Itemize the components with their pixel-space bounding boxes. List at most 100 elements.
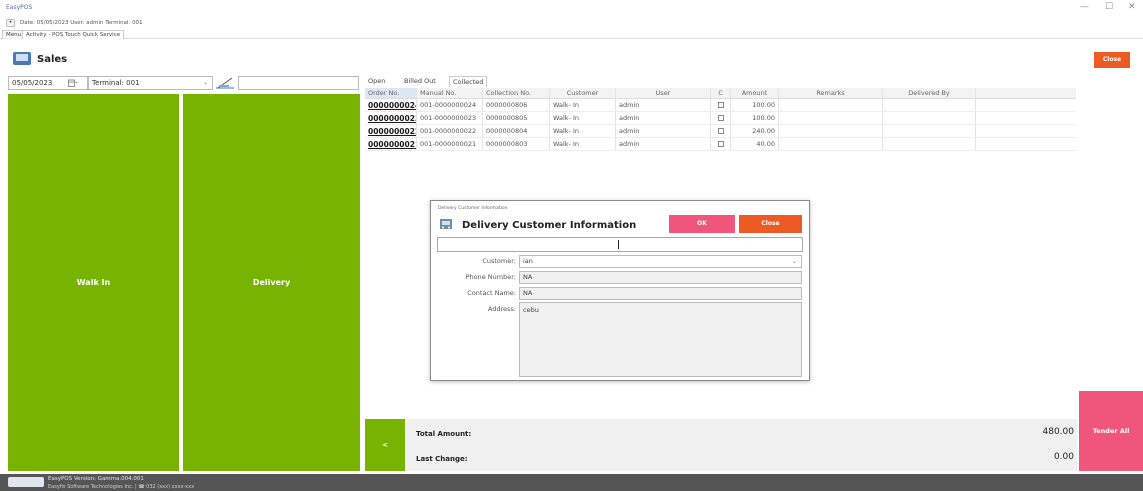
last-change-value: 0.00 bbox=[1053, 452, 1074, 462]
header-order-no[interactable]: Order No. bbox=[365, 88, 417, 98]
chevron-down-icon: ⌄ bbox=[203, 79, 209, 86]
dialog-window-title: Delivery Customer Information bbox=[438, 206, 508, 211]
header-amount[interactable]: Amount bbox=[731, 88, 779, 98]
header-manual-no[interactable]: Manual No. bbox=[417, 88, 483, 98]
walk-in-button[interactable]: Walk In bbox=[8, 94, 179, 471]
delivered-by bbox=[883, 112, 976, 124]
amount: 240.00 bbox=[731, 125, 779, 137]
order-no-link[interactable]: 0000000021 bbox=[368, 140, 416, 149]
delivery-button[interactable]: Delivery bbox=[183, 94, 360, 471]
table-row[interactable]: 0000000021 001-0000000021 0000000803 Wal… bbox=[365, 138, 1076, 151]
user: admin bbox=[616, 99, 711, 111]
customer: Walk- In bbox=[550, 112, 616, 124]
user: admin bbox=[616, 125, 711, 137]
totals-panel bbox=[405, 419, 1077, 471]
tab-open[interactable]: Open bbox=[365, 76, 388, 87]
customer: Walk- In bbox=[550, 138, 616, 150]
collection-no: 0000000804 bbox=[483, 125, 550, 137]
maximize-icon[interactable]: ☐ bbox=[1105, 2, 1113, 12]
address-label: Address: bbox=[487, 305, 516, 313]
title-bar bbox=[0, 0, 1143, 18]
table-row[interactable]: 0000000023 001-0000000023 0000000805 Wal… bbox=[365, 112, 1076, 125]
phone-label: Phone Number: bbox=[465, 273, 516, 281]
customer-value: ian bbox=[523, 257, 533, 265]
chevron-down-icon: ⌄ bbox=[792, 258, 798, 265]
remarks bbox=[779, 125, 883, 137]
calendar-icon[interactable] bbox=[68, 79, 78, 87]
terminal-value: Terminal: 001 bbox=[92, 79, 140, 87]
order-no-link[interactable]: 0000000024 bbox=[368, 101, 416, 110]
barcode-scan-icon[interactable] bbox=[214, 76, 236, 90]
header-customer[interactable]: Customer bbox=[550, 88, 616, 98]
collected-checkbox[interactable] bbox=[717, 102, 724, 108]
collection-no: 0000000805 bbox=[483, 112, 550, 124]
search-input[interactable] bbox=[238, 76, 359, 90]
back-button[interactable]: < bbox=[365, 419, 405, 471]
user: admin bbox=[616, 138, 711, 150]
dialog-close-button[interactable]: Close bbox=[739, 215, 802, 233]
minimize-icon[interactable]: — bbox=[1080, 2, 1089, 12]
manual-no: 001-0000000024 bbox=[417, 99, 483, 111]
customer: Walk- In bbox=[550, 125, 616, 137]
header-c[interactable]: C bbox=[711, 88, 731, 98]
manual-no: 001-0000000023 bbox=[417, 112, 483, 124]
orders-table: Order No. Manual No. Collection No. Cust… bbox=[365, 88, 1076, 151]
remarks bbox=[779, 138, 883, 150]
table-header: Order No. Manual No. Collection No. Cust… bbox=[365, 88, 1076, 99]
contact-label: Contact Name: bbox=[467, 289, 516, 297]
ok-button[interactable]: OK bbox=[669, 215, 735, 233]
menu-bar bbox=[0, 30, 1143, 39]
delivered-by bbox=[883, 138, 976, 150]
customer-select[interactable]: ian ⌄ bbox=[519, 255, 802, 268]
tab-billed-out[interactable]: Billed Out bbox=[401, 76, 439, 87]
company-text: Easyfis Software Technologies Inc. | ☎ 0… bbox=[48, 484, 195, 490]
remarks bbox=[779, 99, 883, 111]
terminal-select[interactable]: Terminal: 001 ⌄ bbox=[88, 76, 213, 90]
app-title: EasyPOS bbox=[6, 4, 33, 11]
header-remarks[interactable]: Remarks bbox=[779, 88, 883, 98]
cart-icon bbox=[440, 219, 452, 229]
header-delivered-by[interactable]: Delivered By bbox=[883, 88, 976, 98]
contact-field[interactable]: NA bbox=[519, 287, 802, 300]
tab-collected[interactable]: Collected bbox=[449, 76, 488, 87]
last-change-label: Last Change: bbox=[416, 455, 468, 463]
dialog-title: Delivery Customer Information bbox=[462, 220, 637, 231]
company-logo bbox=[8, 477, 44, 487]
customer: Walk- In bbox=[550, 99, 616, 111]
sales-icon bbox=[13, 52, 31, 65]
table-row[interactable]: 0000000022 001-0000000022 0000000804 Wal… bbox=[365, 125, 1076, 138]
collected-checkbox[interactable] bbox=[717, 115, 724, 121]
collected-checkbox[interactable] bbox=[717, 141, 724, 147]
order-no-link[interactable]: 0000000022 bbox=[368, 127, 416, 136]
header-user[interactable]: User bbox=[616, 88, 711, 98]
total-amount-value: 480.00 bbox=[1042, 427, 1075, 437]
delivered-by bbox=[883, 125, 976, 137]
amount: 100.00 bbox=[731, 99, 779, 111]
text-caret bbox=[618, 240, 619, 249]
tab-activity[interactable]: Activity - POS Touch Quick Service bbox=[22, 30, 125, 39]
close-button[interactable]: Close bbox=[1094, 52, 1130, 68]
user: admin bbox=[616, 112, 711, 124]
manual-no: 001-0000000022 bbox=[417, 125, 483, 137]
manual-no: 001-0000000021 bbox=[417, 138, 483, 150]
header-collection-no[interactable]: Collection No. bbox=[483, 88, 550, 98]
collected-checkbox[interactable] bbox=[717, 128, 724, 134]
close-window-icon[interactable]: ✕ bbox=[1128, 2, 1136, 12]
customer-search-input[interactable] bbox=[437, 237, 803, 252]
version-text: EasyPOS Version: Gamma.004.001 bbox=[48, 476, 144, 482]
address-field[interactable]: cebu bbox=[519, 302, 802, 377]
remarks bbox=[779, 112, 883, 124]
amount: 100.00 bbox=[731, 112, 779, 124]
table-row[interactable]: 0000000024 001-0000000024 0000000806 Wal… bbox=[365, 99, 1076, 112]
tender-all-button[interactable]: Tender All bbox=[1079, 391, 1143, 471]
total-amount-label: Total Amount: bbox=[416, 430, 472, 438]
customer-label: Customer: bbox=[482, 257, 516, 265]
phone-field[interactable]: NA bbox=[519, 271, 802, 284]
order-no-link[interactable]: 0000000023 bbox=[368, 114, 416, 123]
delivered-by bbox=[883, 99, 976, 111]
amount: 40.00 bbox=[731, 138, 779, 150]
info-pill-icon[interactable]: • bbox=[6, 19, 15, 27]
collection-no: 0000000806 bbox=[483, 99, 550, 111]
session-info: Date: 05/05/2023 User: admin Terminal: 0… bbox=[20, 20, 143, 26]
page-title: Sales bbox=[37, 54, 68, 65]
